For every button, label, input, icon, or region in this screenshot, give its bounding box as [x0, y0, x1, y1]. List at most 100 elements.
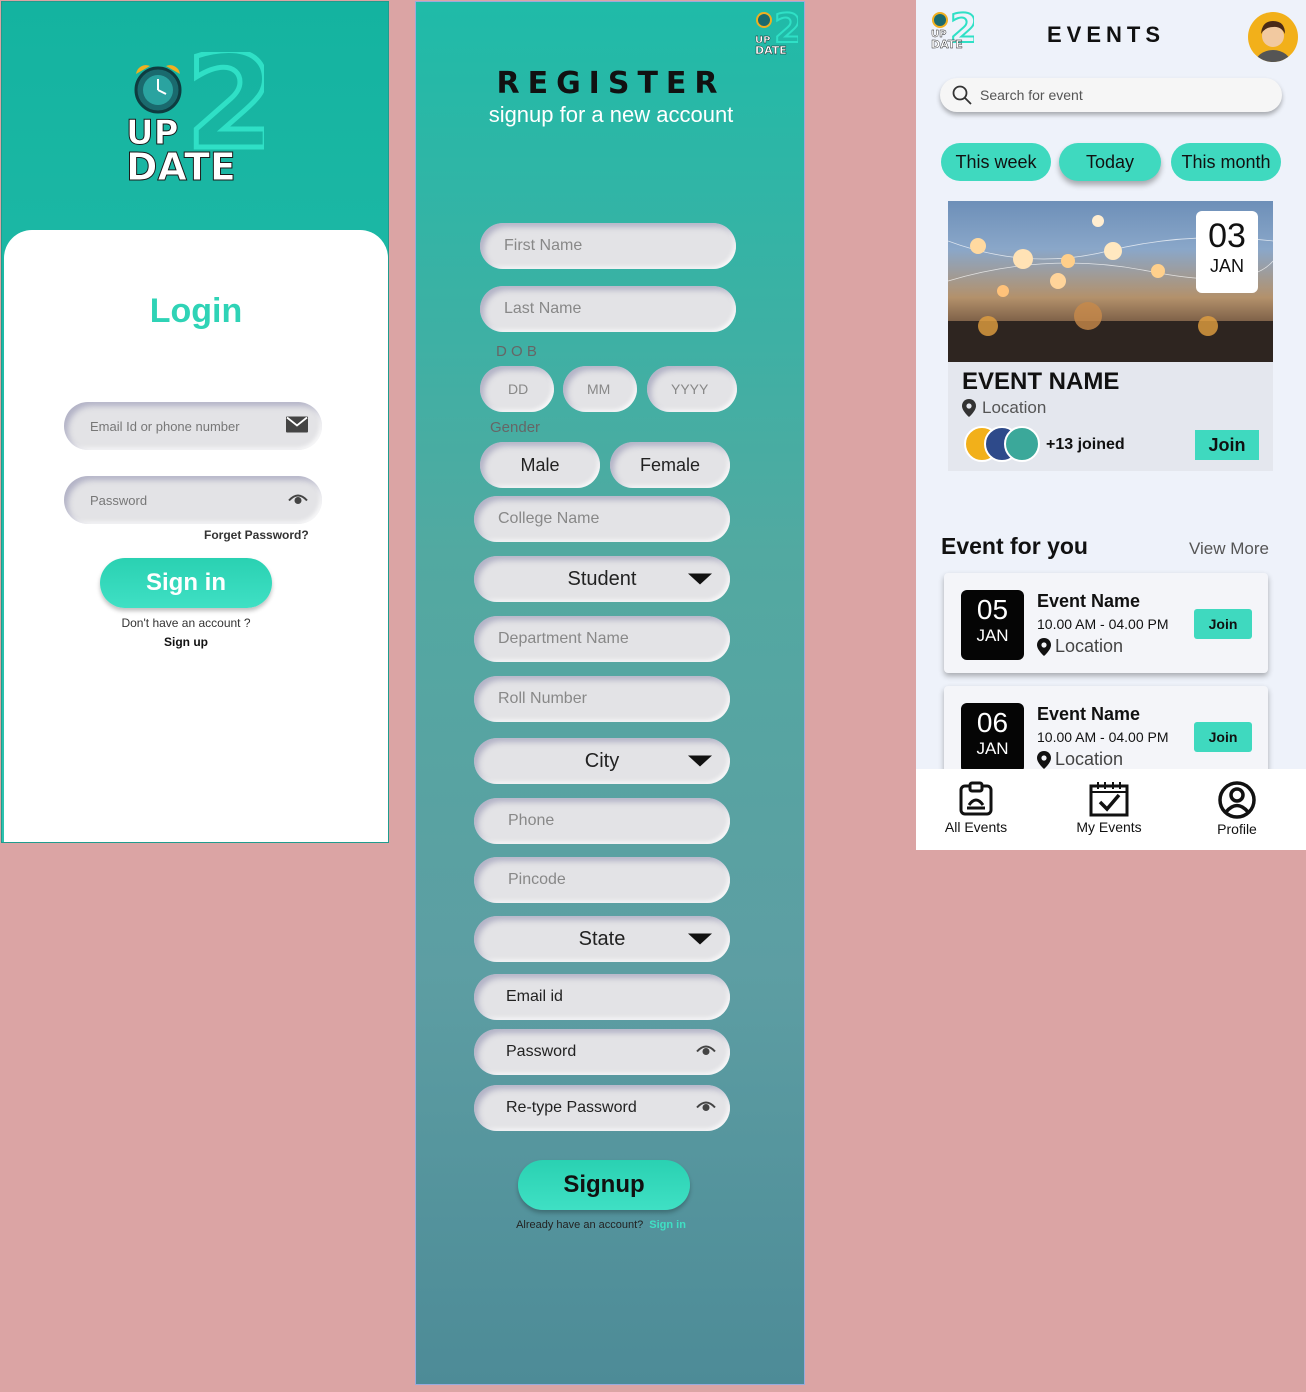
college-name-field[interactable]: College Name — [474, 496, 730, 542]
last-name-field[interactable]: Last Name — [480, 286, 736, 332]
first-name-placeholder: First Name — [504, 237, 583, 254]
signup-button[interactable]: Signup — [518, 1160, 690, 1210]
department-placeholder: Department Name — [498, 630, 629, 647]
featured-event-name: EVENT NAME — [962, 368, 1120, 395]
college-placeholder: College Name — [498, 510, 600, 527]
nav-all-events[interactable]: All Events — [916, 781, 1036, 835]
dob-year-field[interactable]: YYYY — [647, 366, 737, 412]
password-placeholder: Password — [90, 492, 148, 508]
event-time: 10.00 AM - 04.00 PM — [1037, 729, 1169, 745]
app-logo-small: 2 UP DATE — [754, 5, 803, 57]
event-name: Event Name — [1037, 591, 1141, 611]
logo-date: DATE — [755, 44, 787, 57]
state-select[interactable]: State — [474, 916, 730, 962]
pincode-field[interactable]: Pincode — [474, 857, 730, 903]
signup-link[interactable]: Sign up — [4, 635, 368, 649]
event-location: Location — [1037, 636, 1123, 657]
last-name-placeholder: Last Name — [504, 300, 582, 317]
mail-icon — [286, 416, 308, 436]
eye-icon[interactable] — [696, 1099, 716, 1118]
male-label: Male — [520, 454, 560, 475]
event-location-text: Location — [1055, 749, 1124, 769]
event-name: Event Name — [1037, 704, 1141, 724]
phone-field[interactable]: Phone — [474, 798, 730, 844]
join-button[interactable]: Join — [1194, 722, 1252, 752]
nav-label: My Events — [1076, 819, 1142, 835]
join-button[interactable]: Join — [1194, 609, 1252, 639]
view-more-link[interactable]: View More — [1189, 539, 1269, 559]
already-text: Already have an account? — [516, 1219, 644, 1231]
female-label: Female — [639, 454, 701, 475]
filter-this-month[interactable]: This month — [1171, 143, 1281, 181]
eye-icon[interactable] — [288, 492, 308, 509]
city-value: City — [584, 749, 620, 772]
calendar-check-icon — [1089, 782, 1129, 817]
retype-placeholder: Re-type Password — [506, 1099, 637, 1116]
search-placeholder: Search for event — [980, 87, 1083, 103]
nav-profile[interactable]: Profile — [1177, 781, 1297, 837]
event-date-badge: 05 JAN — [961, 590, 1024, 660]
gender-male-option[interactable]: Male — [480, 442, 600, 488]
page-title: REGISTER — [496, 66, 726, 101]
forget-password-link[interactable]: Forget Password? — [204, 528, 309, 542]
event-location-text: Location — [1055, 636, 1124, 656]
first-name-field[interactable]: First Name — [480, 223, 736, 269]
event-location: Location — [1037, 749, 1123, 770]
featured-date-badge: 03 JAN — [1196, 211, 1258, 293]
nav-my-events[interactable]: My Events — [1049, 781, 1169, 835]
role-select[interactable]: Student — [474, 556, 730, 602]
signin-button[interactable]: Sign in — [100, 558, 272, 608]
search-icon — [952, 85, 972, 108]
email-field[interactable]: Email Id or phone number — [64, 402, 322, 450]
signin-link[interactable]: Sign in — [649, 1219, 686, 1231]
roll-placeholder: Roll Number — [498, 690, 587, 707]
location-pin-icon — [1037, 637, 1051, 656]
no-account-text: Don't have an account ? — [121, 616, 251, 630]
roll-number-field[interactable]: Roll Number — [474, 676, 730, 722]
register-screen: 2 UP DATE REGISTER signup for a new acco… — [415, 1, 805, 1385]
login-screen: 2 UP DATE Login Email Id or phone number… — [1, 1, 389, 843]
join-button[interactable]: Join — [1195, 430, 1259, 460]
bottom-nav: All Events My Events Profile — [916, 769, 1306, 850]
page-title: Login — [149, 292, 243, 330]
state-value: State — [578, 927, 626, 950]
event-month: JAN — [976, 739, 1009, 758]
nav-label: All Events — [944, 819, 1008, 835]
dd-placeholder: DD — [508, 381, 529, 397]
email-placeholder: Email Id or phone number — [90, 418, 240, 434]
role-value: Student — [567, 567, 637, 590]
password-placeholder: Password — [506, 1043, 577, 1060]
location-pin-icon — [1037, 750, 1051, 769]
email-field[interactable]: Email id — [474, 974, 730, 1020]
password-field[interactable]: Password — [64, 476, 322, 524]
dob-label: D O B — [496, 343, 537, 360]
eye-icon[interactable] — [696, 1043, 716, 1062]
gender-label: Gender — [490, 419, 541, 436]
department-field[interactable]: Department Name — [474, 616, 730, 662]
featured-month: JAN — [1209, 256, 1244, 276]
password-field[interactable]: Password — [474, 1029, 730, 1075]
filter-today[interactable]: Today — [1059, 143, 1161, 181]
filter-this-week[interactable]: This week — [941, 143, 1051, 181]
app-logo-small: 2 UP DATE — [930, 5, 979, 54]
dob-day-field[interactable]: DD — [480, 366, 554, 412]
already-account-text: Already have an account? Sign in — [416, 1219, 786, 1231]
event-card[interactable]: 05 JAN Event Name 10.00 AM - 04.00 PM Lo… — [944, 573, 1268, 673]
gender-female-option[interactable]: Female — [610, 442, 730, 488]
avatar[interactable] — [1248, 12, 1298, 62]
dob-month-field[interactable]: MM — [563, 366, 637, 412]
logo-date: DATE — [931, 38, 963, 51]
event-time: 10.00 AM - 04.00 PM — [1037, 616, 1169, 632]
event-day: 06 — [976, 707, 1009, 738]
email-placeholder: Email id — [506, 988, 563, 1005]
location-pin-icon — [962, 399, 976, 417]
featured-event-card[interactable]: 03 JAN EVENT NAME Location +13 joined Jo… — [948, 201, 1273, 471]
section-title: Event for you — [941, 533, 1088, 559]
city-select[interactable]: City — [474, 738, 730, 784]
joined-count: +13 joined — [1046, 436, 1125, 453]
retype-password-field[interactable]: Re-type Password — [474, 1085, 730, 1131]
user-avatar-icon — [1255, 21, 1291, 62]
search-input[interactable]: Search for event — [940, 78, 1282, 112]
yyyy-placeholder: YYYY — [671, 381, 709, 397]
pincode-placeholder: Pincode — [508, 871, 566, 888]
